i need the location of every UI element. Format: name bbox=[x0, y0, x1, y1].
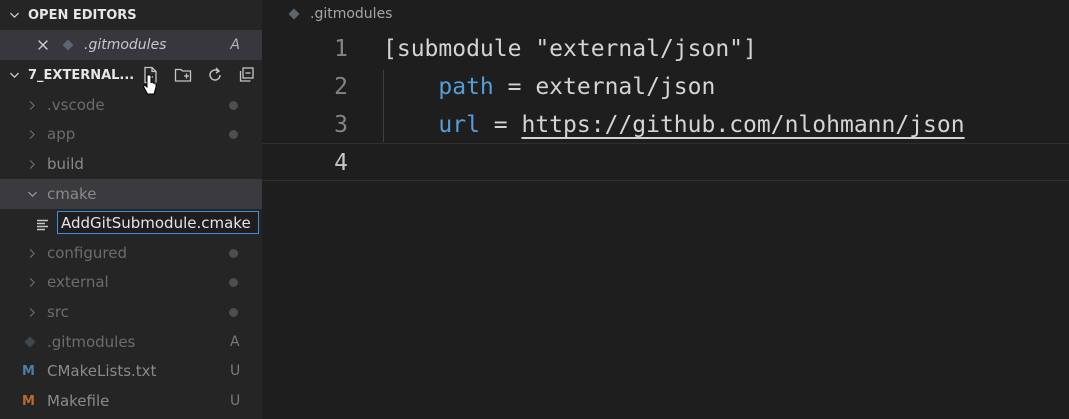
code-line-3[interactable]: 3 url = https://github.com/nlohmann/json bbox=[262, 106, 1069, 144]
code-editor[interactable]: .gitmodules 1 [submodule "external/json"… bbox=[262, 0, 1069, 419]
file-lines-icon bbox=[37, 216, 49, 235]
git-status-badge: U bbox=[230, 393, 241, 409]
git-status-badge: A bbox=[230, 37, 240, 53]
open-editors-title: OPEN EDITORS bbox=[28, 7, 137, 23]
config-key: url bbox=[438, 112, 480, 138]
assign-operator: = bbox=[493, 74, 536, 100]
tree-file-cmakelists[interactable]: M CMakeLists.txt U bbox=[0, 356, 262, 386]
chevron-down-icon bbox=[0, 69, 28, 82]
code-text: path = external/json bbox=[383, 68, 715, 106]
diamond-icon bbox=[62, 39, 84, 51]
chevron-right-icon bbox=[26, 306, 39, 319]
cmake-file-icon: M bbox=[22, 363, 35, 379]
open-editor-item-gitmodules[interactable]: .gitmodules A bbox=[0, 30, 262, 60]
tree-item-label: cmake bbox=[47, 185, 97, 203]
git-status-badge: A bbox=[230, 334, 240, 350]
line-number: 1 bbox=[334, 36, 348, 62]
code-line-1[interactable]: 1 [submodule "external/json"] bbox=[262, 30, 1069, 68]
project-header[interactable]: 7_EXTERNAL... bbox=[0, 60, 262, 90]
mouse-pointer-icon bbox=[142, 74, 157, 100]
code-line-2[interactable]: 2 path = external/json bbox=[262, 68, 1069, 106]
open-editors-header[interactable]: OPEN EDITORS bbox=[0, 0, 262, 30]
url-link[interactable]: https://github.com/nlohmann/json bbox=[521, 112, 964, 138]
code-text: [submodule "external/json"] bbox=[383, 36, 757, 62]
line-number: 4 bbox=[334, 150, 348, 176]
modified-dot bbox=[229, 307, 238, 317]
git-status-badge: U bbox=[230, 363, 241, 379]
code-line-4[interactable]: 4 bbox=[262, 143, 1069, 181]
tree-folder-build[interactable]: build bbox=[0, 149, 262, 179]
chevron-down-icon bbox=[0, 9, 28, 22]
tree-item-label: build bbox=[47, 155, 84, 173]
explorer-sidebar: OPEN EDITORS .gitmodules A 7_EXTERNAL... bbox=[0, 0, 262, 419]
line-number: 2 bbox=[334, 74, 348, 100]
tree-file-gitmodules[interactable]: .gitmodules A bbox=[0, 327, 262, 357]
modified-dot bbox=[229, 100, 238, 110]
chevron-right-icon bbox=[26, 158, 39, 171]
collapse-all-icon[interactable] bbox=[236, 64, 258, 86]
tree-item-label: CMakeLists.txt bbox=[47, 362, 157, 380]
tree-folder-configured[interactable]: configured bbox=[0, 238, 262, 268]
close-icon[interactable] bbox=[36, 38, 56, 52]
modified-dot bbox=[229, 277, 238, 287]
assign-operator: = bbox=[479, 112, 522, 138]
tree-item-label: Makefile bbox=[47, 392, 110, 410]
chevron-right-icon bbox=[26, 276, 39, 289]
tree-item-label: app bbox=[47, 125, 76, 143]
chevron-right-icon bbox=[26, 128, 39, 141]
chevron-right-icon bbox=[26, 247, 39, 260]
tree-item-label: .gitmodules bbox=[47, 333, 136, 351]
tree-item-label: .vscode bbox=[47, 96, 105, 114]
tree-file-addgitsubmodule[interactable]: AddGitSubmodule.cmake bbox=[0, 208, 262, 238]
tree-item-label: configured bbox=[47, 244, 127, 262]
tree-item-label: external bbox=[47, 273, 109, 291]
refresh-icon[interactable] bbox=[204, 64, 226, 86]
tree-folder-external[interactable]: external bbox=[0, 267, 262, 297]
chevron-down-icon bbox=[26, 188, 39, 201]
config-key: path bbox=[438, 74, 494, 100]
makefile-icon: M bbox=[22, 393, 35, 409]
config-value: external/json bbox=[535, 74, 716, 100]
new-folder-icon[interactable] bbox=[172, 64, 194, 86]
chevron-right-icon bbox=[26, 99, 39, 112]
tree-folder-vscode[interactable]: .vscode bbox=[0, 90, 262, 120]
breadcrumb[interactable]: .gitmodules bbox=[288, 6, 392, 22]
line-number: 3 bbox=[334, 112, 348, 138]
tree-item-label: src bbox=[47, 303, 69, 321]
tree-folder-src[interactable]: src bbox=[0, 297, 262, 327]
breadcrumb-filename: .gitmodules bbox=[310, 6, 393, 22]
modified-dot bbox=[229, 129, 238, 139]
tree-folder-app[interactable]: app bbox=[0, 119, 262, 149]
diamond-icon bbox=[288, 8, 300, 20]
project-title: 7_EXTERNAL... bbox=[28, 67, 135, 83]
tree-folder-cmake[interactable]: cmake bbox=[0, 179, 262, 209]
open-editor-filename: .gitmodules bbox=[84, 37, 167, 53]
tree-file-makefile[interactable]: M Makefile U bbox=[0, 386, 262, 416]
diamond-icon bbox=[24, 336, 36, 348]
modified-dot bbox=[229, 248, 238, 258]
code-text: url = https://github.com/nlohmann/json bbox=[383, 106, 964, 144]
rename-input[interactable]: AddGitSubmodule.cmake bbox=[57, 211, 259, 234]
explorer-actions bbox=[140, 64, 258, 86]
